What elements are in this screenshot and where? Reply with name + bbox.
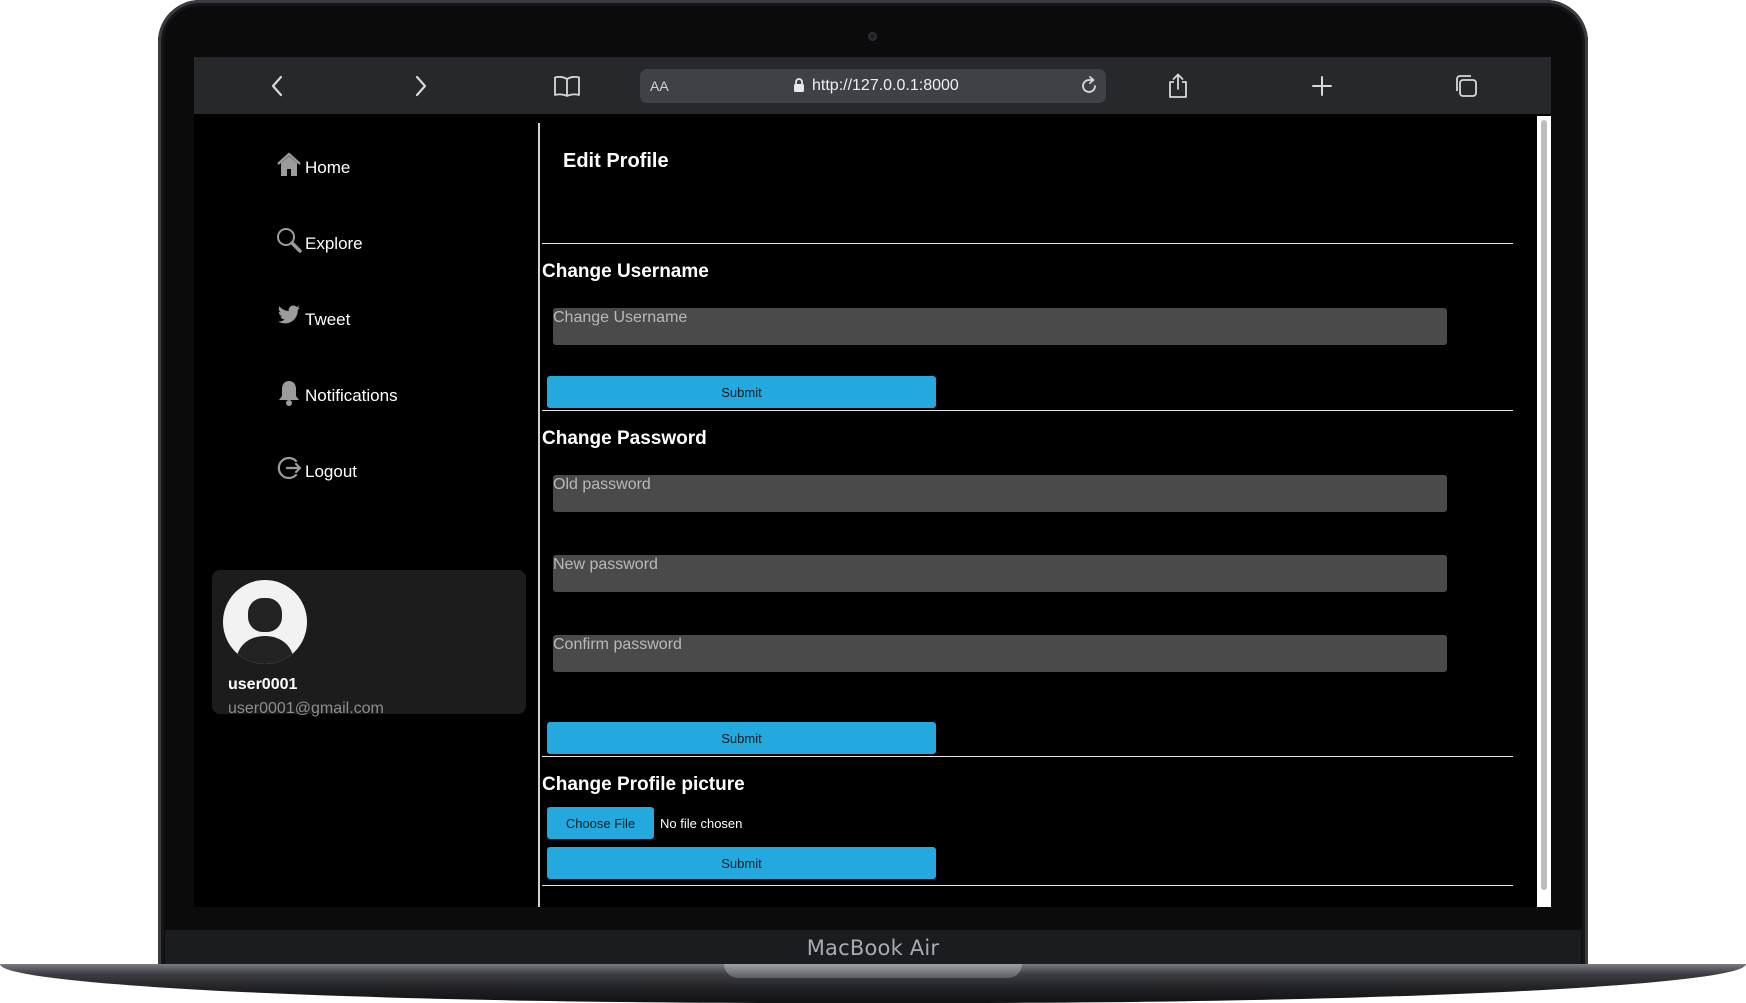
tabs-icon <box>1456 75 1477 97</box>
sidebar-item-explore[interactable]: Explore <box>276 227 363 255</box>
section-title-username: Change Username <box>542 261 709 282</box>
confirm-password-placeholder: Confirm password <box>553 636 682 653</box>
profile-email: user0001@gmail.com <box>228 700 384 717</box>
chevron-right-icon <box>415 75 427 97</box>
username-placeholder: Change Username <box>553 309 688 326</box>
new-tab-button[interactable] <box>1307 71 1337 101</box>
file-status-text: No file chosen <box>660 815 743 831</box>
new-password-placeholder: New password <box>553 556 658 573</box>
chevron-left-icon <box>271 75 283 97</box>
new-password-input[interactable]: New password <box>553 555 1447 592</box>
sidebar-item-notifications[interactable]: Notifications <box>276 379 398 407</box>
reload-icon[interactable] <box>1079 76 1099 101</box>
share-icon <box>1169 73 1187 98</box>
user-silhouette-icon <box>236 598 294 664</box>
tabs-overview-button[interactable] <box>1451 71 1481 101</box>
divider <box>542 885 1513 886</box>
main-content: Edit Profile Change Username Change User… <box>542 114 1517 907</box>
scrollbar[interactable] <box>1537 116 1551 907</box>
address-bar[interactable]: AA http://127.0.0.1:8000 <box>640 69 1106 103</box>
sidebar-item-label: Notifications <box>305 386 398 405</box>
page-title: Edit Profile <box>563 150 669 172</box>
reader-aa-button[interactable]: AA <box>650 78 669 94</box>
submit-picture-button[interactable]: Submit <box>547 847 936 879</box>
sidebar-item-logout[interactable]: Logout <box>276 455 357 483</box>
laptop-notch <box>724 964 1022 978</box>
sidebar: Home Explore Tweet Notifications Logout … <box>194 114 538 907</box>
avatar <box>223 580 307 664</box>
home-icon <box>276 151 302 179</box>
sidebar-item-label: Logout <box>305 462 357 481</box>
sidebar-item-home[interactable]: Home <box>276 151 350 179</box>
sidebar-item-label: Tweet <box>305 310 351 329</box>
old-password-placeholder: Old password <box>553 476 651 493</box>
share-button[interactable] <box>1163 71 1193 101</box>
scrollbar-thumb[interactable] <box>1541 120 1547 890</box>
vertical-divider <box>538 123 540 907</box>
section-title-password: Change Password <box>542 428 707 449</box>
sidebar-item-label: Explore <box>305 234 363 253</box>
confirm-password-input[interactable]: Confirm password <box>553 635 1447 672</box>
profile-username: user0001 <box>228 676 298 693</box>
sidebar-item-tweet[interactable]: Tweet <box>276 303 350 331</box>
divider <box>542 756 1513 757</box>
old-password-input[interactable]: Old password <box>553 475 1447 512</box>
browser-toolbar: AA http://127.0.0.1:8000 <box>194 57 1551 114</box>
lock-icon <box>793 78 805 98</box>
forward-button[interactable] <box>406 71 436 101</box>
logout-icon <box>276 455 302 483</box>
username-input[interactable]: Change Username <box>553 308 1447 345</box>
web-page: Home Explore Tweet Notifications Logout … <box>194 114 1551 907</box>
profile-card[interactable]: user0001 user0001@gmail.com <box>212 570 526 717</box>
camera <box>868 32 877 41</box>
section-title-picture: Change Profile picture <box>542 774 745 795</box>
plus-icon <box>1312 76 1332 96</box>
sidebar-item-label: Home <box>305 158 351 177</box>
search-icon <box>276 227 302 255</box>
bookmarks-button[interactable] <box>552 71 582 101</box>
choose-file-button[interactable]: Choose File <box>547 807 654 839</box>
device-brand-label: MacBook Air <box>806 936 940 960</box>
url-text: http://127.0.0.1:8000 <box>812 77 959 94</box>
bell-icon <box>276 379 302 407</box>
submit-password-button[interactable]: Submit <box>547 722 936 754</box>
file-input: Choose File No file chosen <box>547 807 742 839</box>
screen: AA http://127.0.0.1:8000 Home Explore Tw… <box>194 57 1551 907</box>
back-button[interactable] <box>262 71 292 101</box>
divider <box>542 243 1513 244</box>
divider <box>542 410 1513 411</box>
book-icon <box>554 75 580 97</box>
bird-icon <box>276 303 302 331</box>
submit-username-button[interactable]: Submit <box>547 376 936 408</box>
